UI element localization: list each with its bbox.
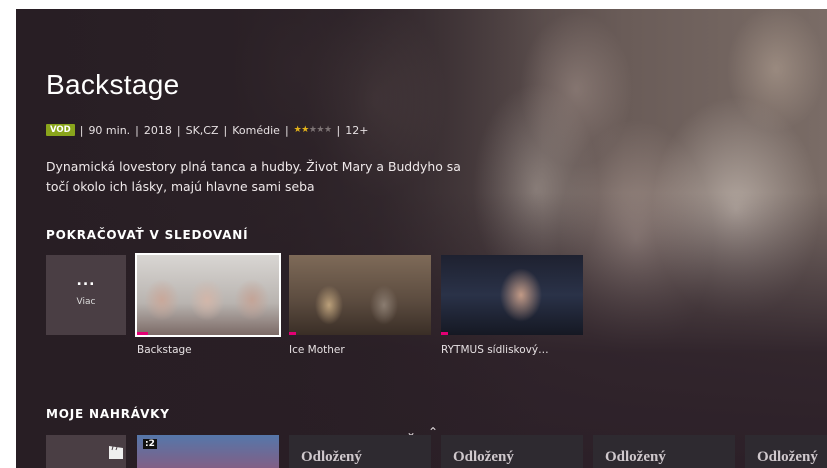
more-label: Viac	[76, 297, 96, 307]
progress-bar	[289, 332, 297, 335]
hero-description: Dynamická lovestory plná tanca a hudby. …	[46, 159, 461, 194]
more-button[interactable]: ... Viac	[46, 255, 126, 335]
vod-badge: VOD	[46, 124, 75, 136]
continue-card-ice-mother[interactable]	[289, 255, 431, 335]
duration: 90 min.	[88, 123, 131, 137]
age-rating: 12+	[345, 123, 369, 137]
continue-watching-heading: POKRAČOVAŤ V SLEDOVANÍ	[46, 228, 249, 242]
thumbnail	[441, 255, 583, 335]
progress-bar	[441, 332, 449, 335]
rating-stars: ★★★★★	[294, 125, 332, 135]
card-caption: Backstage	[137, 344, 192, 356]
card-caption: Ice Mother	[289, 344, 345, 356]
thumbnail	[137, 255, 279, 335]
continue-card-rytmus[interactable]	[441, 255, 583, 335]
country: SK,CZ	[185, 123, 219, 137]
genre: Komédie	[232, 123, 280, 137]
more-dots-icon: ...	[76, 273, 96, 289]
star-icon: ★	[316, 125, 324, 135]
thumbnail	[289, 255, 431, 335]
channel-badge: :2	[143, 439, 157, 449]
tv-screen: Backstage VOD | 90 min. | 2018 | SK,CZ |…	[16, 9, 827, 468]
card-caption: RYTMUS sídliskový…	[441, 344, 549, 356]
star-icon: ★	[301, 125, 309, 135]
recording-card[interactable]: Odložený	[593, 435, 735, 468]
clapperboard-icon	[109, 446, 123, 459]
progress-bar	[137, 332, 149, 335]
recordings-heading: MOJE NAHRÁVKY	[46, 407, 170, 421]
continue-card-backstage[interactable]	[135, 253, 281, 337]
recording-card[interactable]: Odložený	[289, 435, 431, 468]
recordings-menu-tile[interactable]	[46, 435, 126, 468]
hero-title: Backstage	[46, 69, 180, 100]
hero-meta: VOD | 90 min. | 2018 | SK,CZ | Komédie |…	[46, 123, 368, 137]
recording-card[interactable]: Odložený	[745, 435, 827, 468]
recording-card[interactable]: Odložený	[441, 435, 583, 468]
year: 2018	[143, 123, 172, 137]
star-icon: ★	[323, 125, 332, 135]
recording-card[interactable]: :2	[137, 435, 279, 468]
